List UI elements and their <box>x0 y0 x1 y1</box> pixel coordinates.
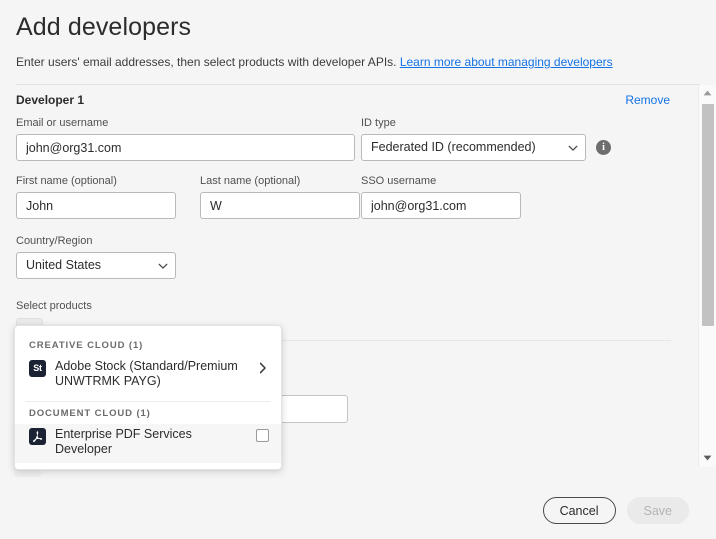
form-row-names: First name (optional) Last name (optiona… <box>16 175 670 219</box>
last-name-label: Last name (optional) <box>200 175 301 187</box>
id-type-select-wrap[interactable]: Federated ID (recommended) <box>361 134 586 161</box>
product-name: Enterprise PDF Services Developer <box>55 427 192 456</box>
name-fields-group: First name (optional) Last name (optiona… <box>16 175 361 219</box>
dialog-subtitle: Enter users' email addresses, then selec… <box>16 54 700 70</box>
product-name: Adobe Stock (Standard/Premium UNWTRMK PA… <box>55 359 238 388</box>
product-list-item[interactable]: St Adobe Stock (Standard/Premium UNWTRMK… <box>15 356 281 395</box>
last-name-input[interactable] <box>200 192 360 219</box>
cancel-button[interactable]: Cancel <box>542 497 616 524</box>
save-button: Save <box>626 497 689 524</box>
country-label: Country/Region <box>16 235 93 247</box>
country-field-group: Country/Region United States <box>16 235 670 284</box>
remove-developer-link[interactable]: Remove <box>625 93 670 107</box>
adobe-stock-icon: St <box>29 360 46 377</box>
country-select[interactable]: United States <box>16 252 176 279</box>
chevron-right-icon[interactable] <box>259 361 269 379</box>
developers-scroll-region[interactable]: Developer 1 Remove Email or username ID … <box>0 79 716 482</box>
scrollbar-thumb[interactable] <box>702 104 714 326</box>
country-select-wrap[interactable]: United States <box>16 252 176 279</box>
sso-username-input[interactable] <box>361 192 521 219</box>
form-row-identity: Email or username ID type Federated ID (… <box>16 117 670 161</box>
product-checkbox[interactable] <box>256 429 269 442</box>
learn-more-link[interactable]: Learn more about managing developers <box>400 55 613 69</box>
id-type-row: Federated ID (recommended) i <box>361 134 686 161</box>
developers-scroll-content: Developer 1 Remove Email or username ID … <box>0 79 686 482</box>
dialog-footer: Cancel Save <box>0 482 716 539</box>
first-name-field-group: First name (optional) <box>16 175 176 219</box>
developer-section-header: Developer 1 Remove <box>16 79 670 117</box>
adobe-acrobat-icon <box>29 428 46 445</box>
info-icon[interactable]: i <box>596 140 611 155</box>
email-input[interactable] <box>16 134 355 161</box>
product-picker-popup[interactable]: CREATIVE CLOUD (1) St Adobe Stock (Stand… <box>14 325 282 470</box>
dialog-header: Add developers Enter users' email addres… <box>0 0 716 85</box>
sso-username-label: SSO username <box>361 175 437 187</box>
scroll-down-icon[interactable] <box>699 451 716 466</box>
email-field-group: Email or username <box>16 117 361 161</box>
scroll-up-icon[interactable] <box>699 86 716 101</box>
subtitle-text: Enter users' email addresses, then selec… <box>16 55 397 69</box>
popup-group-heading: DOCUMENT CLOUD (1) <box>29 408 151 419</box>
last-name-field-group: Last name (optional) <box>200 175 360 219</box>
id-type-field-group: ID type Federated ID (recommended) i <box>361 117 686 161</box>
developer-section-title: Developer 1 <box>16 93 85 107</box>
id-type-label: ID type <box>361 117 396 129</box>
id-type-select[interactable]: Federated ID (recommended) <box>361 134 586 161</box>
page-title: Add developers <box>16 13 192 41</box>
popup-group-heading: CREATIVE CLOUD (1) <box>29 340 144 351</box>
add-developers-dialog: Add developers Enter users' email addres… <box>0 0 716 539</box>
product-list-item[interactable]: Enterprise PDF Services Developer <box>15 424 281 463</box>
select-products-label: Select products <box>16 300 92 312</box>
sso-username-field-group: SSO username <box>361 175 686 219</box>
first-name-input[interactable] <box>16 192 176 219</box>
email-label: Email or username <box>16 117 109 129</box>
vertical-scrollbar[interactable] <box>698 85 716 467</box>
first-name-label: First name (optional) <box>16 175 117 187</box>
